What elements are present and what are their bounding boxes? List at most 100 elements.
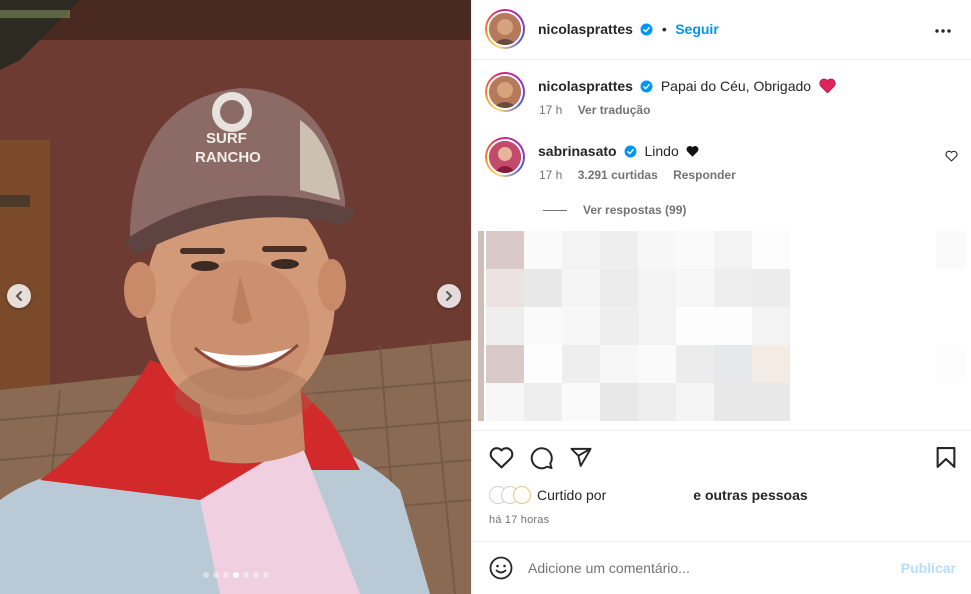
caption-avatar-image <box>489 76 521 108</box>
cap-text-2: RANCHO <box>195 149 261 166</box>
bookmark-icon[interactable] <box>935 446 957 469</box>
more-icon[interactable] <box>934 22 952 40</box>
comment-input[interactable] <box>528 558 888 578</box>
comment-avatar-image <box>489 141 521 173</box>
mosaic-cell <box>600 231 638 269</box>
carousel-dot <box>212 572 219 578</box>
carousel-dot <box>232 572 239 578</box>
comment-username[interactable]: sabrinasato <box>538 143 617 159</box>
chevron-right-icon <box>446 291 453 301</box>
mosaic-cell <box>524 231 562 269</box>
carousel-dot <box>202 572 209 578</box>
mosaic-cell <box>486 269 524 307</box>
carousel-dot <box>222 572 229 578</box>
mosaic-cell <box>562 231 600 269</box>
carousel-dot <box>252 572 259 578</box>
mosaic-cell <box>486 345 524 383</box>
comment-time: 17 h <box>539 168 563 182</box>
liked-by-others[interactable]: e outras pessoas <box>693 487 807 503</box>
pixelated-comments-area <box>478 231 971 421</box>
translate-link[interactable]: Ver tradução <box>578 103 651 117</box>
mosaic-cell <box>714 307 752 345</box>
mosaic-cell <box>714 383 752 421</box>
liker-avatar[interactable] <box>513 486 531 504</box>
carousel-dot <box>262 572 269 578</box>
reply-link[interactable]: Responder <box>673 168 736 182</box>
mosaic-cell <box>714 269 752 307</box>
caption-username[interactable]: nicolasprattes <box>538 78 633 94</box>
liked-by-label: Curtido por <box>537 487 607 503</box>
post-media: SURF RANCHO <box>0 0 471 594</box>
chevron-left-icon <box>15 291 22 301</box>
mosaic-cell <box>936 345 966 383</box>
share-icon[interactable] <box>569 446 593 469</box>
mosaic-cell <box>714 345 752 383</box>
mosaic-cell <box>524 269 562 307</box>
mosaic-cell <box>638 307 676 345</box>
comment-line: sabrinasato Lindo <box>538 143 699 161</box>
heart-icon[interactable] <box>489 446 514 469</box>
mosaic-cell <box>752 231 790 269</box>
comment-avatar[interactable] <box>485 137 525 177</box>
comment-icon[interactable] <box>529 446 554 470</box>
mosaic-cell <box>638 231 676 269</box>
mosaic-cell <box>524 383 562 421</box>
author-line: nicolasprattes • Seguir <box>538 21 719 39</box>
caption-text: Papai do Céu, Obrigado <box>660 78 812 94</box>
mosaic-cell <box>676 345 714 383</box>
caption-time: 17 h <box>539 103 563 117</box>
mosaic-cell <box>524 345 562 383</box>
mosaic-cell <box>752 345 790 383</box>
liked-by: Curtido por e outras pessoas <box>489 486 808 504</box>
comment-likes[interactable]: 3.291 curtidas <box>578 168 658 182</box>
author-avatar-image <box>489 13 521 45</box>
mosaic-cell <box>676 307 714 345</box>
mosaic-edge <box>478 231 484 421</box>
mosaic-cell <box>600 269 638 307</box>
mosaic-cell <box>600 345 638 383</box>
black-heart-emoji <box>686 146 699 157</box>
author-username[interactable]: nicolasprattes <box>538 21 633 37</box>
post-photo: SURF RANCHO <box>0 0 471 594</box>
verified-icon <box>640 23 653 36</box>
mosaic-cell <box>600 307 638 345</box>
mosaic-cell <box>562 307 600 345</box>
mosaic-cell <box>714 231 752 269</box>
follow-button[interactable]: Seguir <box>675 21 719 37</box>
caption-meta: 17 h Ver tradução <box>539 103 662 117</box>
mosaic-cell <box>486 307 524 345</box>
comment-meta: 17 h 3.291 curtidas Responder <box>539 168 748 182</box>
mosaic-cell <box>562 269 600 307</box>
mosaic-cell <box>752 307 790 345</box>
mosaic-cell <box>638 269 676 307</box>
carousel-prev-button[interactable] <box>7 284 31 308</box>
mosaic-cell <box>562 383 600 421</box>
replies-divider <box>543 209 567 211</box>
cap-text-1: SURF <box>206 130 247 147</box>
mosaic-cell <box>486 231 524 269</box>
view-replies-label[interactable]: Ver respostas (99) <box>583 203 686 217</box>
mosaic-cell <box>486 383 524 421</box>
author-avatar[interactable] <box>485 9 525 49</box>
mosaic-cell <box>752 269 790 307</box>
mosaic-cell <box>676 269 714 307</box>
mosaic-cell <box>936 231 966 269</box>
mosaic-cell <box>638 345 676 383</box>
caption-line: nicolasprattes Papai do Céu, Obrigado <box>538 78 836 96</box>
red-heart-emoji <box>818 78 836 94</box>
post-sidebar: nicolasprattes • Seguir nicolasprattes P… <box>471 0 971 594</box>
emoji-icon[interactable] <box>489 556 513 580</box>
caption-avatar[interactable] <box>485 72 525 112</box>
carousel-next-button[interactable] <box>437 284 461 308</box>
carousel-indicator <box>0 572 471 578</box>
comment-text: Lindo <box>644 143 679 159</box>
post-timestamp: há 17 horas <box>489 514 550 526</box>
verified-icon <box>640 80 653 93</box>
view-replies[interactable]: Ver respostas (99) <box>543 203 686 217</box>
carousel-dot <box>242 572 249 578</box>
publish-button[interactable]: Publicar <box>901 560 956 576</box>
mosaic-cell <box>524 307 562 345</box>
comment-like-icon[interactable] <box>945 150 958 162</box>
mosaic-cell <box>562 345 600 383</box>
separator-dot: • <box>661 21 667 37</box>
